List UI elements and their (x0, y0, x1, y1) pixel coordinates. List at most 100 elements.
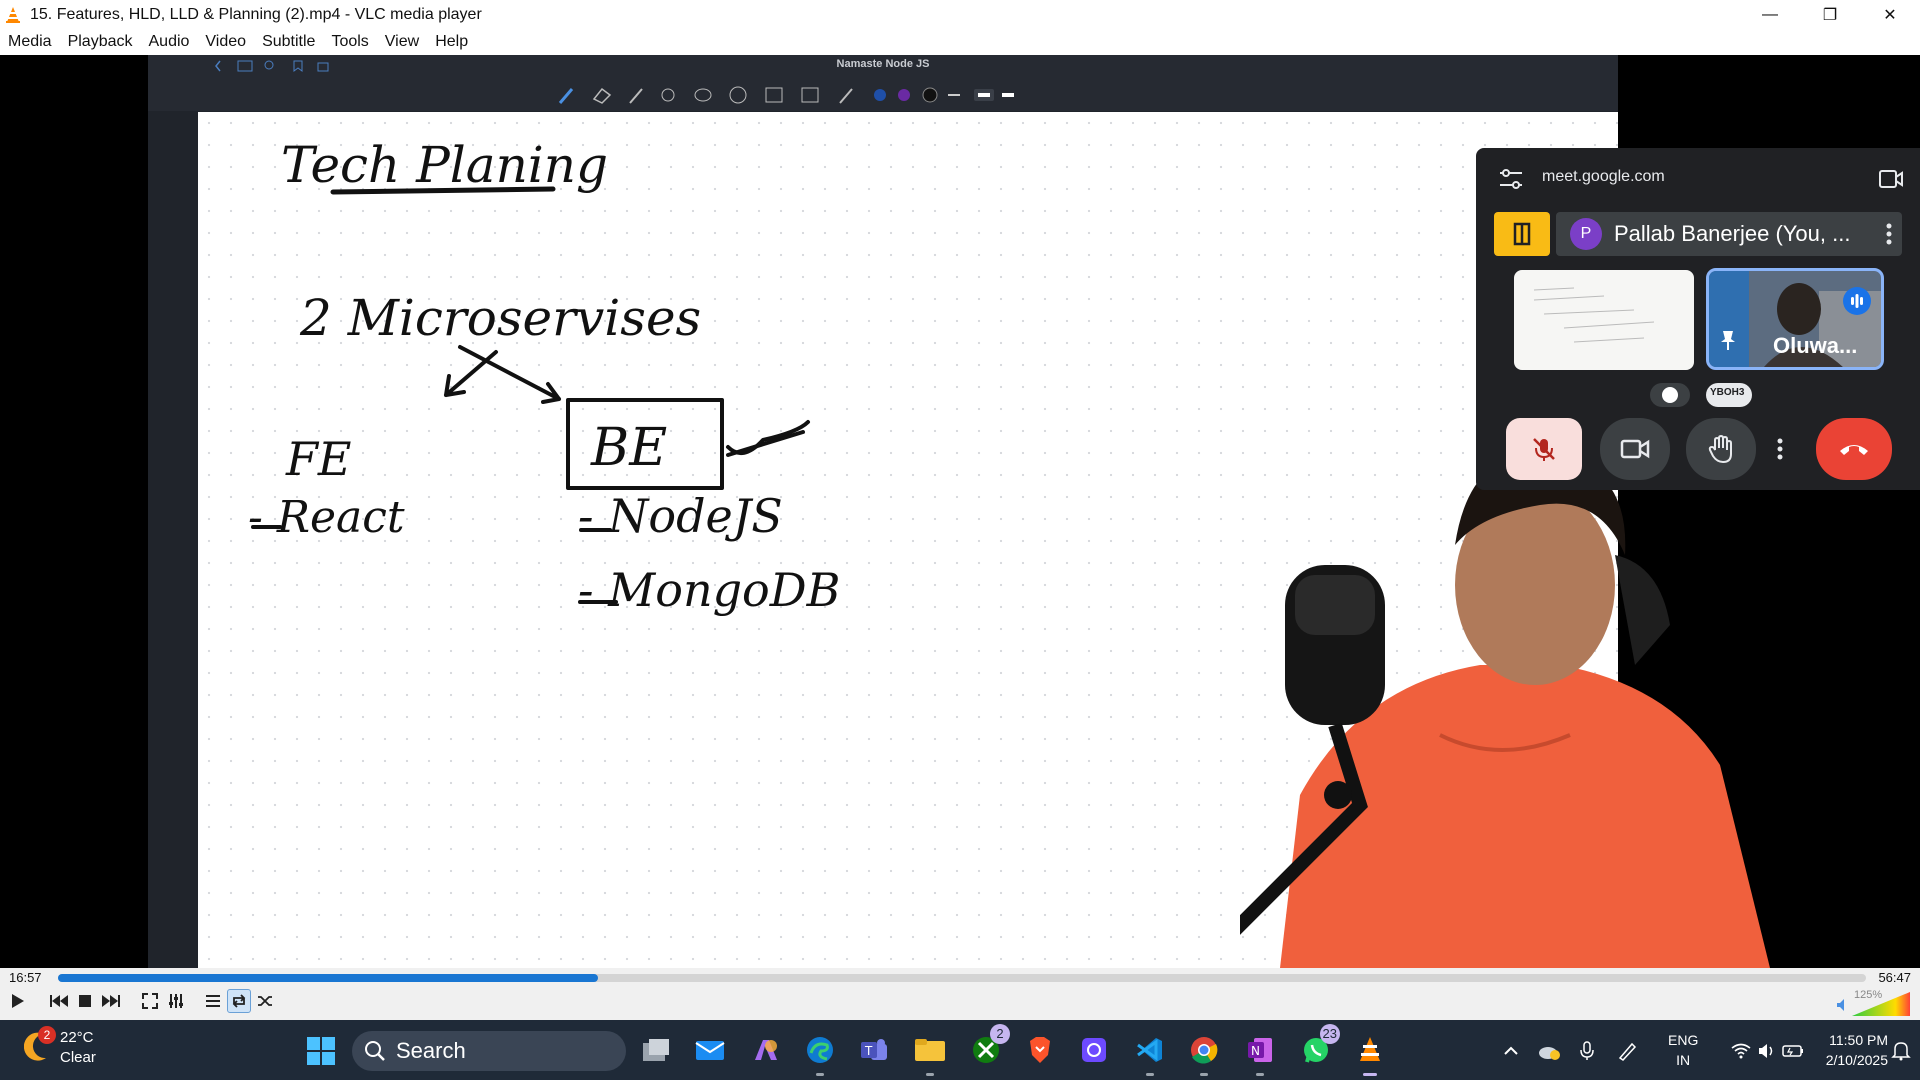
video-area[interactable]: Namaste Node JS Tech Planing 2 Microserv… (0, 55, 1920, 968)
notifications-icon[interactable] (1890, 1040, 1912, 1062)
next-icon (102, 995, 120, 1007)
playback-controls: 125% (0, 985, 1920, 1020)
chrome-icon[interactable] (1186, 1032, 1222, 1076)
meet-domain: meet.google.com (1542, 168, 1665, 185)
taskbar-search[interactable]: Search (352, 1031, 626, 1071)
notes-app-title: Namaste Node JS (836, 58, 930, 70)
notes-app-header: Namaste Node JS (148, 55, 1618, 77)
file-explorer-icon[interactable] (912, 1032, 948, 1076)
onenote-icon[interactable]: N (1242, 1032, 1278, 1076)
loop-button[interactable] (227, 989, 251, 1013)
loop-icon (232, 994, 246, 1008)
wifi-icon[interactable] (1730, 1040, 1752, 1062)
stop-icon (79, 995, 91, 1007)
chevron-up-icon[interactable] (1500, 1040, 1522, 1062)
equalizer-icon (169, 994, 183, 1008)
task-view-icon[interactable] (638, 1032, 674, 1068)
volume-wedge (1852, 992, 1910, 1016)
whiteboard-be: BE (590, 418, 667, 478)
speaker-icon (1837, 999, 1844, 1011)
clock-date: 2/10/2025 (1825, 1052, 1888, 1068)
stop-button[interactable] (73, 989, 97, 1013)
videocam-icon (1620, 439, 1650, 459)
weather-widget[interactable]: 2 22°C Clear (24, 1026, 96, 1068)
total-time: 56:47 (1878, 970, 1911, 985)
extended-settings-button[interactable] (164, 989, 188, 1013)
previous-button[interactable] (47, 989, 71, 1013)
return-to-tab-icon[interactable] (1878, 168, 1904, 190)
window-controls: — ❐ ✕ (1740, 0, 1920, 29)
menu-help[interactable]: Help (427, 33, 476, 51)
volume-icon[interactable] (1756, 1040, 1778, 1062)
raise-hand-button[interactable] (1686, 418, 1756, 480)
system-clock[interactable]: 11:50 PM 2/10/2025 (1800, 1030, 1888, 1070)
menu-tools[interactable]: Tools (323, 33, 376, 51)
edge-icon[interactable] (802, 1032, 838, 1076)
microphone-icon[interactable] (1576, 1040, 1598, 1062)
menu-audio[interactable]: Audio (141, 33, 198, 51)
leave-call-button[interactable] (1816, 418, 1892, 480)
onenote-running-indicator (1256, 1073, 1264, 1076)
proton-icon[interactable] (1076, 1032, 1112, 1068)
meet-pip-window: meet.google.com P Pallab Banerjee (You, … (1476, 148, 1920, 490)
pen-icon[interactable] (1616, 1040, 1638, 1062)
menu-media[interactable]: Media (0, 33, 60, 51)
playlist-button[interactable] (201, 989, 225, 1013)
volume-slider[interactable]: 125% (1836, 989, 1910, 1016)
speaker-chip-text: YBOH3 (1710, 387, 1745, 398)
play-icon (12, 994, 24, 1008)
menu-view[interactable]: View (377, 33, 427, 51)
windows-taskbar: 2 22°C Clear Search T 2 N 23 ENG IN 11:5… (0, 1020, 1920, 1080)
mic-toggle-button[interactable] (1506, 418, 1582, 480)
more-vert-icon (1777, 438, 1783, 460)
close-button[interactable]: ✕ (1860, 0, 1920, 29)
teams-icon[interactable]: T (856, 1032, 892, 1068)
participant-pill[interactable]: P Pallab Banerjee (You, ... (1556, 212, 1902, 256)
onedrive-warning-icon[interactable] (1538, 1040, 1560, 1062)
whiteboard-nodejs: - NodeJS (578, 489, 783, 543)
xbox-icon[interactable]: 2 (968, 1024, 1010, 1068)
input-language[interactable]: ENG IN (1668, 1030, 1698, 1070)
tune-icon[interactable] (1498, 167, 1524, 191)
shared-screen-thumbnail (1533, 287, 1655, 343)
vscode-icon[interactable] (1132, 1032, 1168, 1076)
search-label: Search (396, 1038, 466, 1063)
minimize-button[interactable]: — (1740, 0, 1800, 29)
notes-drawing-toolbar (148, 77, 1618, 111)
vlc-taskbar-icon[interactable] (1352, 1032, 1388, 1076)
whiteboard-microservices: 2 Microservises (299, 289, 701, 347)
shuffle-button[interactable] (253, 989, 277, 1013)
companion-mode-button[interactable] (1494, 212, 1550, 256)
seek-slider[interactable] (58, 974, 1866, 982)
explorer-running-indicator (926, 1073, 934, 1076)
participant-tile[interactable]: Oluwa... (1706, 268, 1884, 370)
screen: 15. Features, HLD, LLD & Planning (2).mp… (0, 0, 1920, 1080)
title-bar: 15. Features, HLD, LLD & Planning (2).mp… (0, 0, 1920, 29)
whatsapp-icon[interactable]: 23 (1298, 1024, 1340, 1068)
mail-icon[interactable] (692, 1032, 728, 1068)
next-button[interactable] (99, 989, 123, 1013)
more-vert-icon[interactable] (1886, 222, 1892, 246)
hand-icon (1708, 434, 1732, 464)
copilot-icon[interactable] (748, 1032, 784, 1068)
vscode-running-indicator (1146, 1073, 1154, 1076)
menu-video[interactable]: Video (197, 33, 254, 51)
pin-icon[interactable] (1719, 329, 1737, 351)
brave-icon[interactable] (1022, 1032, 1058, 1068)
previous-icon (50, 995, 68, 1007)
play-button[interactable] (6, 989, 30, 1013)
call-end-icon (1840, 445, 1868, 455)
whiteboard-mongodb: - MongoDB (578, 563, 840, 617)
restore-button[interactable]: ❐ (1800, 0, 1860, 29)
search-icon (365, 1041, 385, 1061)
camera-toggle-button[interactable] (1600, 418, 1670, 480)
more-options-button[interactable] (1766, 418, 1794, 480)
start-button-icon[interactable] (306, 1036, 336, 1066)
menu-subtitle[interactable]: Subtitle (254, 33, 323, 51)
fullscreen-button[interactable] (138, 989, 162, 1013)
screen-share-tile[interactable] (1514, 270, 1694, 370)
weather-temp: 22°C (60, 1029, 94, 1046)
presenter-video (1240, 454, 1770, 968)
pen-tools-icons (558, 86, 1014, 104)
menu-playback[interactable]: Playback (60, 33, 141, 51)
